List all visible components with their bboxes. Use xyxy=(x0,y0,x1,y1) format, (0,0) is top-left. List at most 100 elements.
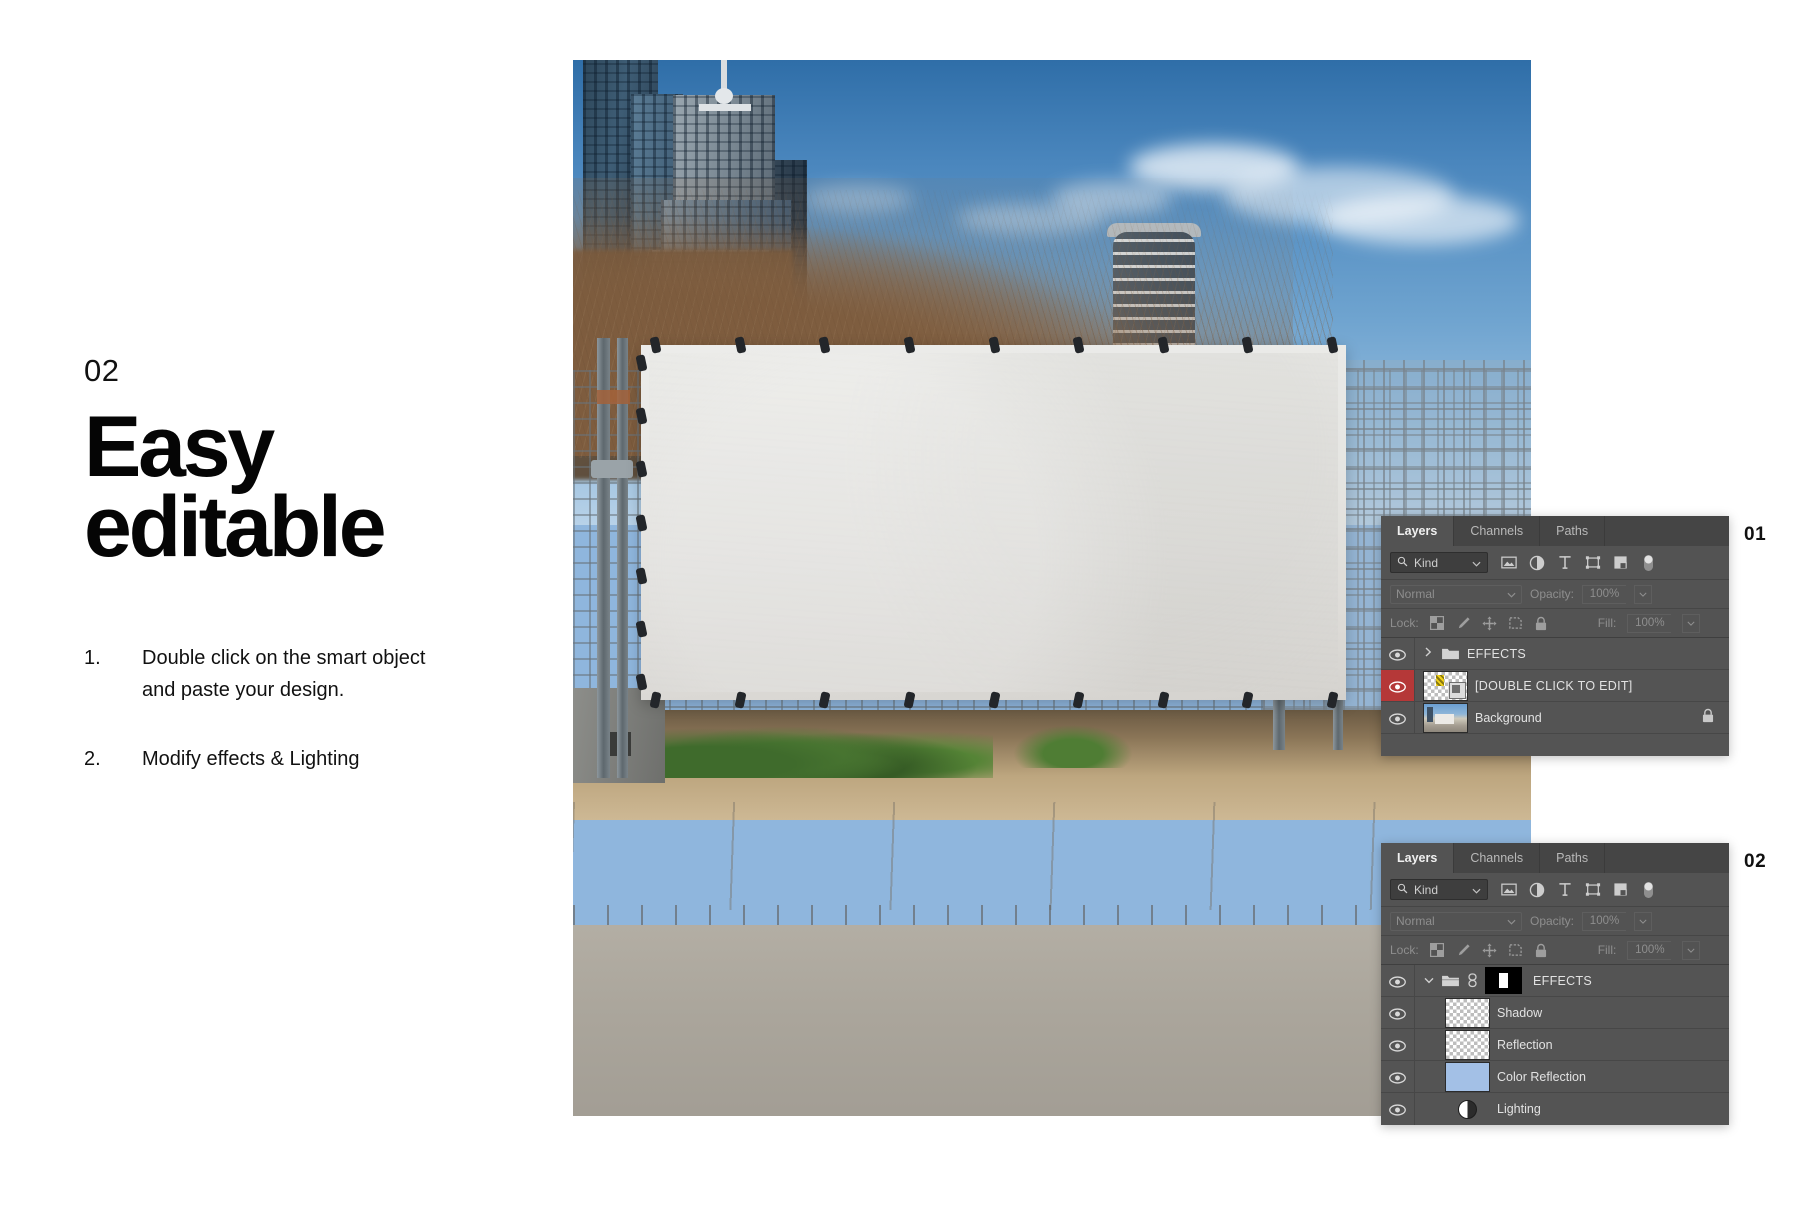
table-row[interactable]: Lighting xyxy=(1381,1093,1729,1125)
adjustment-layer-icon[interactable] xyxy=(1528,554,1545,571)
lock-position-icon[interactable] xyxy=(1482,942,1497,958)
layer-visibility-toggle[interactable] xyxy=(1381,1029,1415,1060)
layer-visibility-toggle[interactable] xyxy=(1381,965,1415,996)
link-icon[interactable] xyxy=(1467,973,1478,988)
fill-stepper-icon[interactable] xyxy=(1682,940,1701,960)
antenna-ball xyxy=(715,88,733,104)
table-row[interactable]: [DOUBLE CLICK TO EDIT] xyxy=(1381,670,1729,702)
layer-visibility-toggle[interactable] xyxy=(1381,997,1415,1028)
tab-bar-filler xyxy=(1605,516,1729,546)
blend-mode-select[interactable]: Normal xyxy=(1390,911,1522,931)
layer-thumbnail[interactable] xyxy=(1423,670,1468,701)
filter-kind-select[interactable]: Kind xyxy=(1390,552,1488,573)
shape-layer-icon[interactable] xyxy=(1584,881,1601,898)
smart-object-icon[interactable] xyxy=(1612,881,1629,898)
lock-transparent-pixels-icon[interactable] xyxy=(1430,943,1445,958)
layer-row-body[interactable]: EFFECTS xyxy=(1415,638,1729,669)
pixel-layer-icon[interactable] xyxy=(1500,554,1517,571)
layer-thumbnail[interactable] xyxy=(1445,1029,1490,1060)
tab-paths[interactable]: Paths xyxy=(1540,843,1606,873)
blend-mode-bar[interactable]: Normal Opacity: 100% xyxy=(1381,907,1729,936)
layer-row-body[interactable]: Shadow xyxy=(1415,997,1729,1028)
table-row[interactable]: Shadow xyxy=(1381,997,1729,1029)
adjustment-thumbnail[interactable] xyxy=(1445,1099,1490,1119)
shape-layer-icon[interactable] xyxy=(1584,554,1601,571)
filter-kind-select[interactable]: Kind xyxy=(1390,879,1488,900)
table-row[interactable]: Color Reflection xyxy=(1381,1061,1729,1093)
layer-row-body[interactable]: Background xyxy=(1415,702,1729,733)
lock-bar[interactable]: Lock: Fill: 100% xyxy=(1381,936,1729,965)
tab-channels[interactable]: Channels xyxy=(1454,516,1541,546)
tab-channels[interactable]: Channels xyxy=(1454,843,1541,873)
photoshop-layers-panel-1[interactable]: Layers Channels Paths Kind Normal Opacit… xyxy=(1381,516,1729,756)
opacity-stepper-icon[interactable] xyxy=(1634,584,1653,604)
opacity-input[interactable]: 100% xyxy=(1582,911,1627,931)
table-row[interactable]: EFFECTS xyxy=(1381,638,1729,670)
tab-layers[interactable]: Layers xyxy=(1381,843,1455,873)
layer-filter-bar[interactable]: Kind xyxy=(1381,546,1729,580)
filter-toggle-icon[interactable] xyxy=(1640,554,1657,571)
layer-list-1[interactable]: EFFECTS [DOUBLE CLICK TO EDIT] Backgroun… xyxy=(1381,638,1729,756)
layer-name: Shadow xyxy=(1497,1005,1543,1020)
chevron-right-icon[interactable] xyxy=(1423,647,1434,660)
eye-icon xyxy=(1389,975,1406,988)
layer-list-2[interactable]: EFFECTS Shadow Reflection Color Reflecti… xyxy=(1381,965,1729,1125)
filter-toggle-icon[interactable] xyxy=(1640,881,1657,898)
blank-banner-artboard[interactable] xyxy=(641,345,1346,700)
list-item-number: 2. xyxy=(84,747,101,770)
lock-image-pixels-icon[interactable] xyxy=(1456,943,1471,958)
panel-tab-bar[interactable]: Layers Channels Paths xyxy=(1381,843,1729,873)
chevron-down-icon[interactable] xyxy=(1423,975,1434,987)
fill-label: Fill: xyxy=(1597,943,1617,957)
lock-artboard-nesting-icon[interactable] xyxy=(1508,616,1523,631)
photoshop-layers-panel-2[interactable]: Layers Channels Paths Kind Normal Opacit… xyxy=(1381,843,1729,1125)
layer-name: Background xyxy=(1475,710,1542,725)
table-row[interactable]: Reflection xyxy=(1381,1029,1729,1061)
layer-visibility-toggle[interactable] xyxy=(1381,638,1415,669)
tab-paths[interactable]: Paths xyxy=(1540,516,1606,546)
layer-row-body[interactable]: Reflection xyxy=(1415,1029,1729,1060)
table-row[interactable]: EFFECTS xyxy=(1381,965,1729,997)
eye-icon xyxy=(1389,1007,1406,1020)
layer-thumbnail[interactable] xyxy=(1423,702,1468,733)
adjustment-layer-icon[interactable] xyxy=(1528,881,1545,898)
layer-row-body[interactable]: EFFECTS xyxy=(1415,965,1729,996)
type-layer-icon[interactable] xyxy=(1556,881,1573,898)
layer-row-body[interactable]: Lighting xyxy=(1415,1093,1729,1125)
layer-mask-thumbnail[interactable] xyxy=(1485,967,1522,994)
table-row[interactable]: Background xyxy=(1381,702,1729,734)
lock-artboard-nesting-icon[interactable] xyxy=(1508,943,1523,958)
lock-position-icon[interactable] xyxy=(1482,615,1497,631)
page-title: Easy editable xyxy=(84,404,504,570)
thumbnail-content xyxy=(1436,674,1444,686)
fill-input[interactable]: 100% xyxy=(1627,613,1672,633)
lock-image-pixels-icon[interactable] xyxy=(1456,616,1471,631)
fill-stepper-icon[interactable] xyxy=(1682,613,1701,633)
layer-thumbnail[interactable] xyxy=(1445,997,1490,1028)
filter-type-icons[interactable] xyxy=(1500,554,1657,571)
layer-visibility-toggle[interactable] xyxy=(1381,702,1415,733)
pixel-layer-icon[interactable] xyxy=(1500,881,1517,898)
layer-visibility-toggle[interactable] xyxy=(1381,1093,1415,1125)
slide-canvas: 02 Easy editable 1. Double click on the … xyxy=(0,0,1820,1214)
layer-thumbnail[interactable] xyxy=(1445,1061,1490,1092)
layer-visibility-toggle[interactable] xyxy=(1381,670,1415,701)
filter-type-icons[interactable] xyxy=(1500,881,1657,898)
blend-mode-bar[interactable]: Normal Opacity: 100% xyxy=(1381,580,1729,609)
fill-input[interactable]: 100% xyxy=(1627,940,1672,960)
smart-object-icon[interactable] xyxy=(1612,554,1629,571)
type-layer-icon[interactable] xyxy=(1556,554,1573,571)
lock-transparent-pixels-icon[interactable] xyxy=(1430,616,1445,631)
layer-visibility-toggle[interactable] xyxy=(1381,1061,1415,1092)
tab-layers[interactable]: Layers xyxy=(1381,516,1455,546)
opacity-input[interactable]: 100% xyxy=(1582,584,1627,604)
blend-mode-select[interactable]: Normal xyxy=(1390,584,1522,604)
layer-row-body[interactable]: Color Reflection xyxy=(1415,1061,1729,1092)
opacity-stepper-icon[interactable] xyxy=(1634,911,1653,931)
layer-row-body[interactable]: [DOUBLE CLICK TO EDIT] xyxy=(1415,670,1729,701)
lock-all-icon[interactable] xyxy=(1534,616,1549,631)
lock-all-icon[interactable] xyxy=(1534,943,1549,958)
layer-filter-bar[interactable]: Kind xyxy=(1381,873,1729,907)
lock-bar[interactable]: Lock: Fill: 100% xyxy=(1381,609,1729,638)
panel-tab-bar[interactable]: Layers Channels Paths xyxy=(1381,516,1729,546)
